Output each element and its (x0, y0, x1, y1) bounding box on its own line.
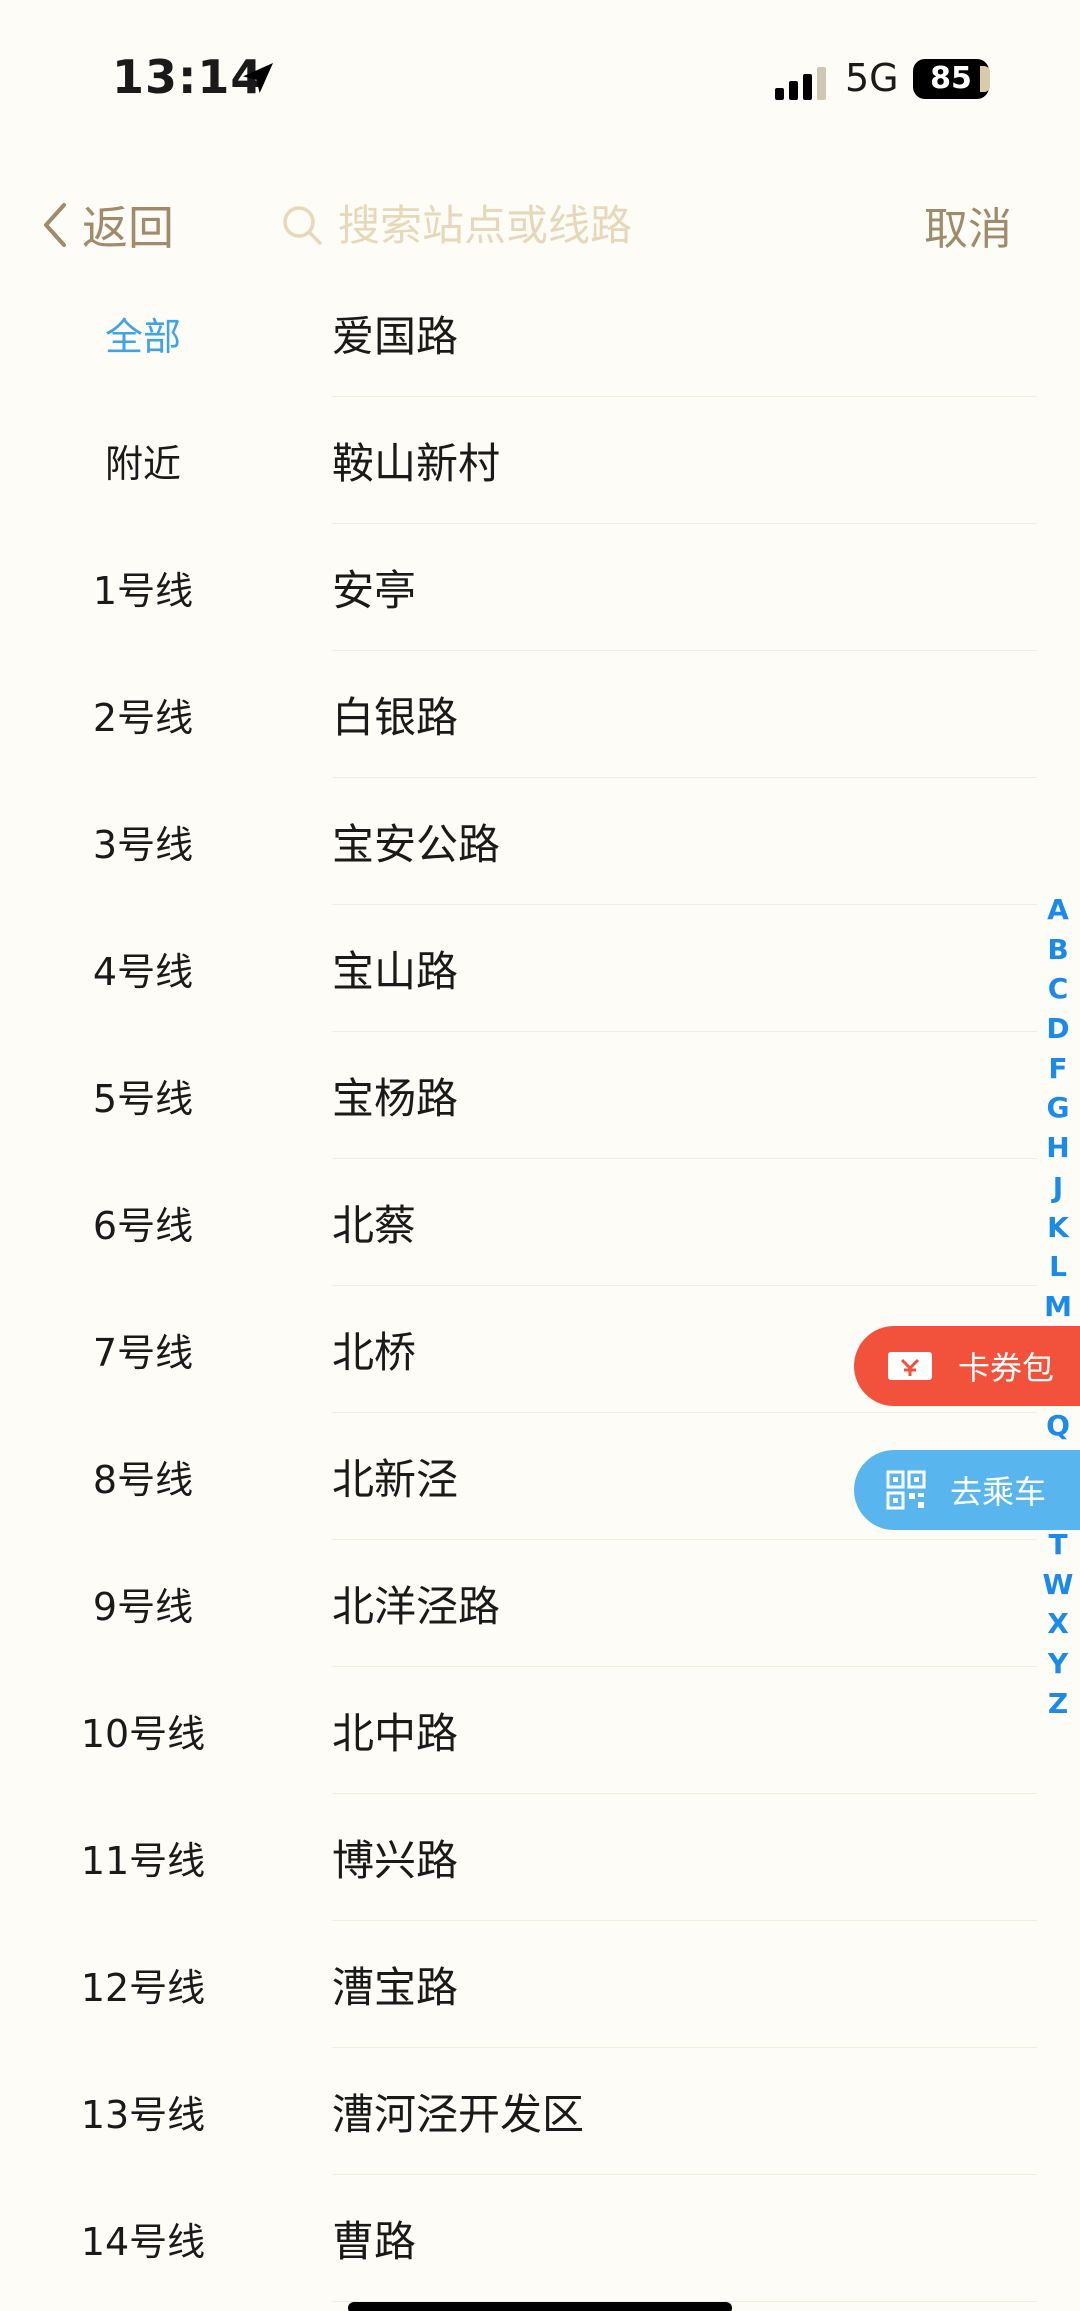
category-item[interactable]: 9号线 (0, 1540, 286, 1667)
index-letter[interactable]: Y (1040, 1644, 1076, 1684)
qr-code-icon (886, 1470, 926, 1510)
index-letter[interactable]: X (1040, 1604, 1076, 1644)
index-letter[interactable]: G (1040, 1088, 1076, 1128)
category-item[interactable]: 10号线 (0, 1667, 286, 1794)
index-letter[interactable]: A (1040, 890, 1076, 930)
home-indicator (348, 2302, 732, 2311)
coupon-wallet-label: 卡券包 (958, 1349, 1055, 1387)
station-item[interactable]: 宝安公路 (332, 778, 1037, 905)
index-letter[interactable]: K (1040, 1208, 1076, 1248)
station-item[interactable]: 宝杨路 (332, 1032, 1037, 1159)
station-item[interactable]: 北中路 (332, 1667, 1037, 1794)
index-letter[interactable]: W (1040, 1565, 1076, 1605)
category-item[interactable]: 4号线 (0, 905, 286, 1032)
line-category-list: 全部 附近 1号线 2号线 3号线 4号线 5号线 6号线 7号线 8号线 9号线 10号线 11号线 1… (0, 270, 286, 2302)
location-arrow-icon (243, 63, 273, 93)
station-item[interactable]: 白银路 (332, 651, 1037, 778)
category-item[interactable]: 3号线 (0, 778, 286, 905)
go-ride-button[interactable]: 去乘车 (854, 1450, 1080, 1530)
category-item[interactable]: 11号线 (0, 1794, 286, 1921)
coupon-wallet-button[interactable]: 卡券包 (854, 1326, 1080, 1406)
battery-cap (980, 66, 990, 92)
back-label: 返回 (82, 201, 174, 255)
cancel-button[interactable]: 取消 (924, 180, 1012, 270)
index-letter[interactable]: J (1040, 1168, 1076, 1208)
station-item[interactable]: 北洋泾路 (332, 1540, 1037, 1667)
category-item[interactable]: 14号线 (0, 2175, 286, 2302)
cellular-signal-icon (775, 64, 829, 100)
index-letter[interactable]: B (1040, 930, 1076, 970)
station-item[interactable]: 爱国路 (332, 270, 1037, 397)
category-item[interactable]: 13号线 (0, 2048, 286, 2175)
index-letter[interactable]: L (1040, 1247, 1076, 1287)
index-letter[interactable]: Z (1040, 1684, 1076, 1724)
search-icon (283, 206, 322, 245)
station-item[interactable]: 北蔡 (332, 1159, 1037, 1286)
alphabet-index: ABCDFGHJKLMNPQRSTWXYZ (1040, 890, 1076, 1723)
status-bar: 13:14 5G 85 (0, 0, 1080, 140)
index-letter[interactable]: F (1040, 1049, 1076, 1089)
ticket-icon (888, 1352, 932, 1380)
station-item[interactable]: 安亭 (332, 524, 1037, 651)
index-letter[interactable]: D (1040, 1009, 1076, 1049)
category-item[interactable]: 6号线 (0, 1159, 286, 1286)
station-item[interactable]: 曹路 (332, 2175, 1037, 2302)
nav-bar: 返回 取消 (0, 180, 1080, 270)
category-item[interactable]: 5号线 (0, 1032, 286, 1159)
index-letter[interactable]: Q (1040, 1406, 1076, 1446)
category-item[interactable]: 8号线 (0, 1413, 286, 1540)
index-letter[interactable]: C (1040, 969, 1076, 1009)
index-letter[interactable]: T (1040, 1525, 1076, 1565)
station-item[interactable]: 鞍山新村 (332, 397, 1037, 524)
category-item[interactable]: 2号线 (0, 651, 286, 778)
network-type: 5G (845, 56, 899, 100)
category-item[interactable]: 附近 (0, 397, 286, 524)
station-item[interactable]: 宝山路 (332, 905, 1037, 1032)
station-item[interactable]: 漕河泾开发区 (332, 2048, 1037, 2175)
search-input[interactable] (336, 199, 900, 251)
back-button[interactable]: 返回 (40, 180, 174, 270)
station-item[interactable]: 漕宝路 (332, 1921, 1037, 2048)
category-item[interactable]: 全部 (0, 270, 286, 397)
search-box[interactable] (280, 180, 900, 270)
screen: 13:14 5G 85 返回 取消 全部附近1号线2号 (0, 0, 1080, 2311)
station-item[interactable]: 博兴路 (332, 1794, 1037, 1921)
category-item[interactable]: 12号线 (0, 1921, 286, 2048)
index-letter[interactable]: H (1040, 1128, 1076, 1168)
index-letter[interactable]: M (1040, 1287, 1076, 1327)
station-list: 爱国路 鞍山新村 安亭 白银路 宝安公路 宝山路 宝杨路 北蔡 北桥 北新泾 北洋泾路 北中路 博兴路漕… (332, 270, 1037, 2302)
go-ride-label: 去乘车 (950, 1473, 1047, 1511)
battery-icon: 85 (913, 59, 989, 99)
category-item[interactable]: 7号线 (0, 1286, 286, 1413)
category-item[interactable]: 1号线 (0, 524, 286, 651)
chevron-left-icon (44, 203, 66, 247)
